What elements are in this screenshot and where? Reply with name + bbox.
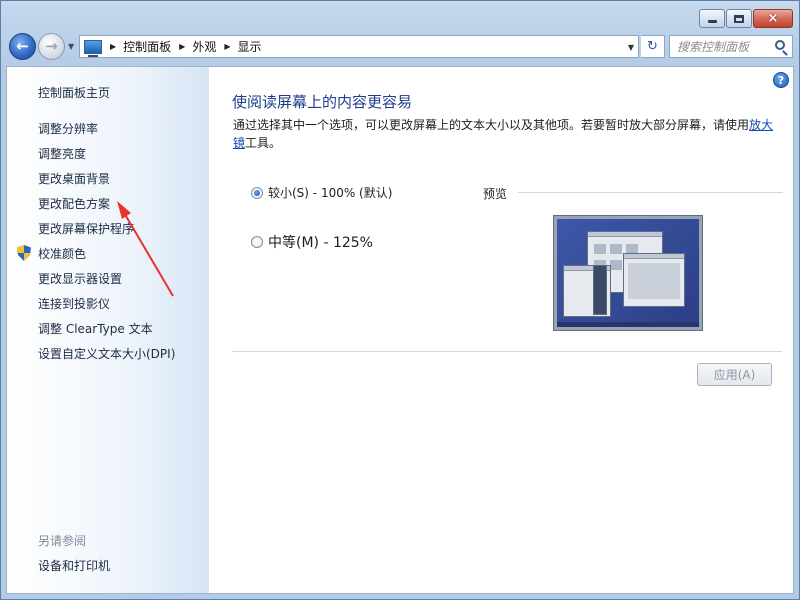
sidebar-item-color-scheme[interactable]: 更改配色方案 <box>38 195 110 212</box>
breadcrumb-control-panel[interactable]: 控制面板 <box>123 38 171 55</box>
breadcrumb-separator-icon[interactable]: ▶ <box>224 42 230 51</box>
page-title: 使阅读屏幕上的内容更容易 <box>232 93 413 111</box>
sidebar-item-desktop-background[interactable]: 更改桌面背景 <box>38 170 110 187</box>
preview-tile <box>594 244 606 254</box>
preview-tile <box>610 244 622 254</box>
help-icon[interactable]: ? <box>773 72 789 88</box>
breadcrumb-appearance[interactable]: 外观 <box>192 38 216 55</box>
sidebar: 控制面板主页 调整分辨率 调整亮度 更改桌面背景 更改配色方案 更改屏幕保护程序… <box>7 67 209 593</box>
breadcrumb-separator-icon[interactable]: ▶ <box>110 42 116 51</box>
navigation-buttons: ← → ▼ <box>9 33 74 60</box>
preview-window-strip <box>593 265 607 315</box>
search-input[interactable] <box>677 39 769 54</box>
preview-screen <box>557 219 699 327</box>
back-button[interactable]: ← <box>9 33 36 60</box>
apply-button[interactable]: 应用(A) <box>697 363 772 386</box>
content-divider <box>232 351 782 352</box>
close-button[interactable]: × <box>753 9 793 28</box>
close-icon: × <box>767 11 779 26</box>
address-dropdown-icon[interactable]: ▼ <box>628 43 634 52</box>
preview-image <box>553 215 703 331</box>
minimize-icon <box>707 19 717 23</box>
see-also-heading: 另请参阅 <box>38 534 87 548</box>
preview-label: 预览 <box>483 187 508 201</box>
sidebar-item-calibrate-color[interactable]: 校准颜色 <box>38 245 86 262</box>
recent-pages-dropdown-icon[interactable]: ▼ <box>68 42 74 51</box>
page-description: 通过选择其中一个选项，可以更改屏幕上的文本大小以及其他项。若要暂时放大部分屏幕，… <box>233 116 781 152</box>
sidebar-item-custom-dpi[interactable]: 设置自定义文本大小(DPI) <box>38 345 175 362</box>
preview-divider <box>518 192 783 193</box>
option-smaller-label[interactable]: 较小(S) - 100% (默认) <box>268 184 392 201</box>
radio-button-selected[interactable] <box>251 186 263 199</box>
breadcrumb-display[interactable]: 显示 <box>238 38 262 55</box>
forward-button[interactable]: → <box>38 33 65 60</box>
sidebar-item-resolution[interactable]: 调整分辨率 <box>38 120 98 137</box>
sidebar-item-screensaver[interactable]: 更改屏幕保护程序 <box>38 220 134 237</box>
see-also-devices-printers[interactable]: 设备和打印机 <box>38 557 110 574</box>
preview-tile <box>610 260 622 270</box>
description-text-end: 工具。 <box>245 136 282 150</box>
option-medium-label[interactable]: 中等(M) - 125% <box>268 232 373 252</box>
caption-buttons: × <box>698 9 793 28</box>
sidebar-item-cleartype[interactable]: 调整 ClearType 文本 <box>38 320 153 337</box>
option-smaller[interactable]: 较小(S) - 100% (默认) <box>251 184 392 201</box>
search-box[interactable] <box>669 35 793 58</box>
arrow-right-icon: → <box>45 37 58 55</box>
preview-window-caption <box>624 254 684 259</box>
description-text: 通过选择其中一个选项，可以更改屏幕上的文本大小以及其他项。若要暂时放大部分屏幕，… <box>233 118 750 132</box>
radio-button[interactable] <box>251 236 263 248</box>
preview-window-body <box>628 263 680 299</box>
maximize-button[interactable] <box>726 9 752 28</box>
minimize-button[interactable] <box>699 9 725 28</box>
refresh-button[interactable]: ↻ <box>641 35 665 58</box>
sidebar-item-projector[interactable]: 连接到投影仪 <box>38 295 110 312</box>
preview-window-caption <box>588 232 662 237</box>
sidebar-item-monitor-settings[interactable]: 更改显示器设置 <box>38 270 122 287</box>
control-panel-icon <box>84 39 102 57</box>
maximize-icon <box>734 14 744 23</box>
address-bar[interactable]: ▶ 控制面板 ▶ 外观 ▶ 显示 ▼ <box>79 35 639 58</box>
content-area: 控制面板主页 调整分辨率 调整亮度 更改桌面背景 更改配色方案 更改屏幕保护程序… <box>6 66 794 594</box>
shield-icon <box>17 245 31 261</box>
search-icon[interactable] <box>775 40 785 50</box>
option-medium[interactable]: 中等(M) - 125% <box>251 232 373 252</box>
refresh-icon: ↻ <box>647 39 658 54</box>
window-frame: × ← → ▼ ▶ 控制面板 ▶ 外观 ▶ 显示 ▼ ↻ 控制面板主页 调整分辨… <box>0 0 800 600</box>
sidebar-item-brightness[interactable]: 调整亮度 <box>38 145 86 162</box>
breadcrumb-separator-icon[interactable]: ▶ <box>179 42 185 51</box>
preview-taskbar <box>557 322 699 327</box>
arrow-left-icon: ← <box>16 37 29 55</box>
sidebar-home-link[interactable]: 控制面板主页 <box>38 84 110 101</box>
preview-window-front <box>623 253 685 307</box>
